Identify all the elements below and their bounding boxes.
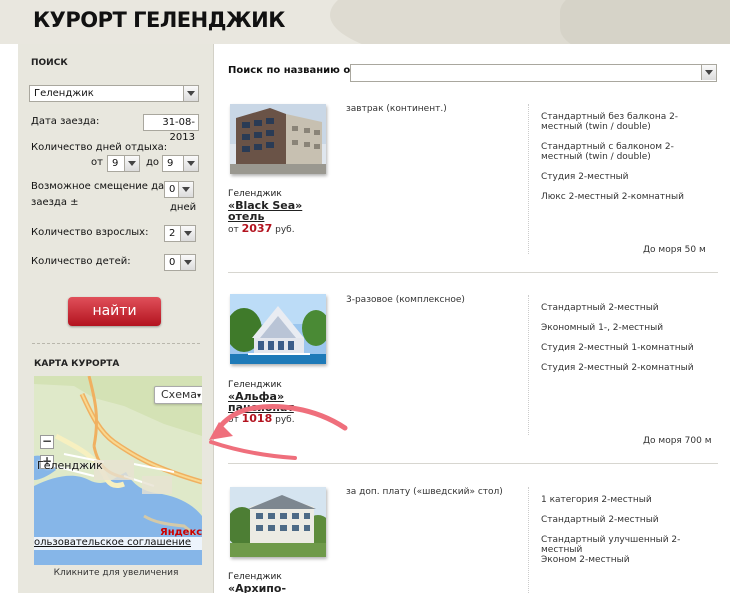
map-city-label: Геленджик (37, 459, 103, 472)
room-list: 1 категория 2-местный Стандартный 2-мест… (528, 487, 718, 593)
hotel-card: Геленджик «Black Sea» отель от 2037 руб.… (228, 104, 718, 264)
map-heading: КАРТА КУРОРТА (34, 359, 120, 369)
room-type-link[interactable]: Экономный 1-, 2-местный (541, 323, 711, 333)
find-button[interactable]: найти (68, 297, 161, 326)
date-shift-label-line2: заезда ± (31, 197, 79, 208)
hotel-separator (228, 272, 718, 273)
hotel-photo[interactable] (230, 104, 326, 174)
room-type-link[interactable]: Эконом 2-местный (541, 555, 711, 565)
date-shift-unit: дней (170, 202, 197, 213)
map-type-label: Схема (161, 388, 197, 401)
hotel-name-link[interactable]: «Архипо- (228, 583, 308, 593)
chevron-down-icon[interactable] (183, 86, 198, 101)
hotel-photo[interactable] (230, 294, 326, 364)
date-shift-label-line1: Возможное смещение даты (31, 181, 178, 192)
hotel-name-link[interactable]: «Black Sea» отель (228, 200, 308, 222)
date-shift-select[interactable]: 0 (164, 181, 194, 198)
arrival-date-label: Дата заезда: (31, 116, 100, 127)
search-heading: ПОИСК (31, 58, 68, 68)
days-to-select[interactable]: 9 (162, 155, 199, 172)
chevron-down-icon[interactable] (178, 182, 193, 197)
search-sidebar: ПОИСК Геленджик Дата заезда: 31-08-2013 … (18, 44, 214, 593)
room-type-link[interactable]: Стандартный с балконом 2-местный (twin /… (541, 142, 711, 162)
meal-plan: за доп. плату («шведский» стол) (346, 487, 503, 497)
site-header: КУРОРТ ГЕЛЕНДЖИК (0, 0, 730, 44)
distance-to-sea: До моря 700 м (643, 436, 712, 446)
meal-plan: завтрак (континент.) (346, 104, 447, 114)
adults-value: 2 (169, 228, 176, 239)
room-type-link[interactable]: Студия 2-местный 1-комнатный (541, 343, 711, 353)
children-label: Количество детей: (31, 256, 131, 267)
resort-map[interactable]: Схема▾ − + Геленджик Яндекс ользовательс… (34, 376, 202, 565)
hotel-search-select[interactable] (350, 64, 717, 82)
chevron-down-icon[interactable] (180, 255, 195, 270)
meal-plan: 3-разовое (комплексное) (346, 295, 465, 305)
room-type-link[interactable]: Стандартный 2-местный (541, 515, 711, 525)
map-type-select[interactable]: Схема▾ (154, 386, 202, 404)
hotel-city: Геленджик (228, 189, 282, 199)
arrival-date-input[interactable]: 31-08-2013 (143, 114, 199, 143)
hotel-price: от 2037 руб. (228, 222, 295, 235)
days-from-label: от (91, 157, 103, 168)
header-decoration-2 (560, 0, 730, 44)
room-type-link[interactable]: Стандартный 2-местный (541, 303, 711, 313)
sidebar-divider (32, 343, 200, 344)
city-select-value: Геленджик (34, 88, 94, 99)
main-content: Поиск по названию отеля Геленджик «Black… (214, 44, 730, 593)
room-type-link[interactable]: Студия 2-местный (541, 172, 711, 182)
hotel-card: Геленджик «Архипо- за доп. плату («шведс… (228, 487, 718, 593)
room-list: Стандартный без балкона 2-местный (twin … (528, 104, 718, 254)
room-type-link[interactable]: Люкс 2-местный 2-комнатный (541, 192, 711, 202)
days-from-value: 9 (112, 158, 119, 169)
room-type-link[interactable]: Стандартный без балкона 2-местный (twin … (541, 112, 711, 132)
hotel-name-line1[interactable]: «Архипо- (228, 583, 308, 593)
room-list: Стандартный 2-местный Экономный 1-, 2-ме… (528, 295, 718, 435)
days-from-select[interactable]: 9 (107, 155, 140, 172)
room-type-link[interactable]: Стандартный улучшенный 2-местный (541, 535, 711, 555)
site-title[interactable]: КУРОРТ ГЕЛЕНДЖИК (33, 8, 285, 32)
date-shift-value: 0 (169, 184, 176, 195)
days-to-value: 9 (167, 158, 174, 169)
map-caption[interactable]: Кликните для увеличения (18, 568, 214, 578)
hotel-name-line2[interactable]: отель (228, 211, 308, 222)
chevron-down-icon[interactable] (183, 156, 198, 171)
city-select[interactable]: Геленджик (29, 85, 199, 102)
zoom-out-button[interactable]: − (40, 435, 54, 449)
distance-to-sea: До моря 50 м (643, 245, 706, 255)
hotel-city: Геленджик (228, 572, 282, 582)
annotation-arrow-icon (209, 404, 348, 460)
price-suffix: руб. (275, 225, 295, 235)
children-select[interactable]: 0 (164, 254, 196, 271)
days-label: Количество дней отдыха: (31, 142, 168, 153)
price-prefix: от (228, 225, 239, 235)
children-value: 0 (169, 257, 176, 268)
hotel-city: Геленджик (228, 380, 282, 390)
chevron-down-icon[interactable] (124, 156, 139, 171)
room-type-link[interactable]: Студия 2-местный 2-комнатный (541, 363, 711, 373)
chevron-down-icon[interactable] (180, 226, 195, 241)
user-agreement-link[interactable]: ользовательское соглашение (34, 537, 202, 550)
price-value: 2037 (241, 222, 273, 235)
adults-select[interactable]: 2 (164, 225, 196, 242)
chevron-down-icon: ▾ (197, 391, 202, 400)
adults-label: Количество взрослых: (31, 227, 149, 238)
room-type-link[interactable]: 1 категория 2-местный (541, 495, 711, 505)
hotel-photo[interactable] (230, 487, 326, 557)
chevron-down-icon[interactable] (701, 65, 716, 80)
days-to-label: до (146, 157, 160, 168)
